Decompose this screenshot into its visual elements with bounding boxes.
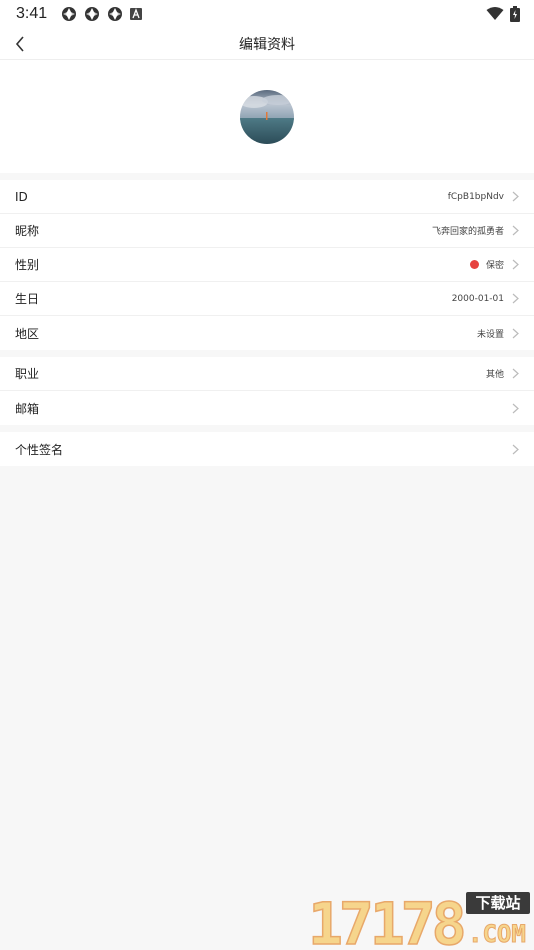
chevron-right-icon <box>512 191 520 203</box>
row-label: 地区 <box>15 326 40 341</box>
occupation-value: 其他 <box>485 370 504 380</box>
avatar[interactable] <box>240 89 294 144</box>
svg-text:17178: 17178 <box>308 890 464 948</box>
chevron-right-icon <box>512 402 520 414</box>
row-label: 邮箱 <box>15 401 40 416</box>
row-value: 未设置 <box>477 327 504 340</box>
row-value: 保密 <box>469 258 504 271</box>
row-birthday[interactable]: 生日 2000-01-01 <box>0 282 534 316</box>
row-label: ID <box>15 189 28 204</box>
svg-text:.COM: .COM <box>468 920 526 948</box>
avatar-image <box>240 89 294 144</box>
row-label: 职业 <box>15 367 40 381</box>
app-notification-icon <box>108 7 123 21</box>
row-signature[interactable]: 个性签名 <box>0 432 534 466</box>
nav-bar: 编辑资料 <box>0 28 534 60</box>
row-label: 性别 <box>15 258 40 272</box>
chevron-right-icon <box>512 327 520 339</box>
svg-text:下载站: 下载站 <box>475 894 520 912</box>
text-a-icon <box>130 8 143 20</box>
row-label: 生日 <box>15 292 40 306</box>
row-value: fCpB1bpNdv <box>448 192 504 202</box>
region-value: 未设置 <box>476 329 504 340</box>
chevron-right-icon <box>512 293 520 305</box>
app-notification-icon <box>62 7 77 21</box>
profile-group-work: 职业 其他 邮箱 <box>0 357 534 425</box>
id-value: fCpB1bpNdv <box>447 191 504 202</box>
row-nickname[interactable]: 昵称 飞奔回家的孤勇者 <box>0 214 534 248</box>
profile-group-basic: ID fCpB1bpNdv 昵称 飞奔回家的孤勇者 性别 保密 生日 2000-… <box>0 180 534 350</box>
gender-value: 保密 <box>485 261 504 271</box>
row-value: 其他 <box>486 367 504 380</box>
row-value: 2000-01-01 <box>452 294 504 304</box>
chevron-right-icon <box>512 225 520 237</box>
row-gender[interactable]: 性别 保密 <box>0 248 534 282</box>
chevron-left-icon <box>15 36 24 52</box>
row-value: 飞奔回家的孤勇者 <box>432 224 504 237</box>
row-id[interactable]: ID fCpB1bpNdv <box>0 180 534 214</box>
status-bar: 3:41 <box>0 0 534 28</box>
chevron-right-icon <box>512 259 520 271</box>
birthday-value: 2000-01-01 <box>451 293 504 304</box>
battery-charging-icon <box>510 6 520 22</box>
page-title: 编辑资料 <box>239 36 295 53</box>
chevron-right-icon <box>512 368 520 380</box>
row-label: 昵称 <box>15 224 40 238</box>
gender-indicator-dot <box>469 260 479 269</box>
notification-icons <box>61 6 143 22</box>
chevron-right-icon <box>512 443 520 455</box>
back-button[interactable] <box>8 32 32 56</box>
site-watermark-logo: 17178 下载站 .COM <box>306 888 532 950</box>
app-notification-icon <box>85 7 100 21</box>
wifi-icon <box>486 7 504 20</box>
row-email[interactable]: 邮箱 <box>0 391 534 425</box>
row-region[interactable]: 地区 未设置 <box>0 316 534 350</box>
status-time: 3:41 <box>16 5 48 22</box>
nickname-value: 飞奔回家的孤勇者 <box>431 227 504 237</box>
row-label: 个性签名 <box>15 442 64 457</box>
profile-group-signature: 个性签名 <box>0 432 534 466</box>
row-occupation[interactable]: 职业 其他 <box>0 357 534 391</box>
avatar-section <box>0 60 534 173</box>
